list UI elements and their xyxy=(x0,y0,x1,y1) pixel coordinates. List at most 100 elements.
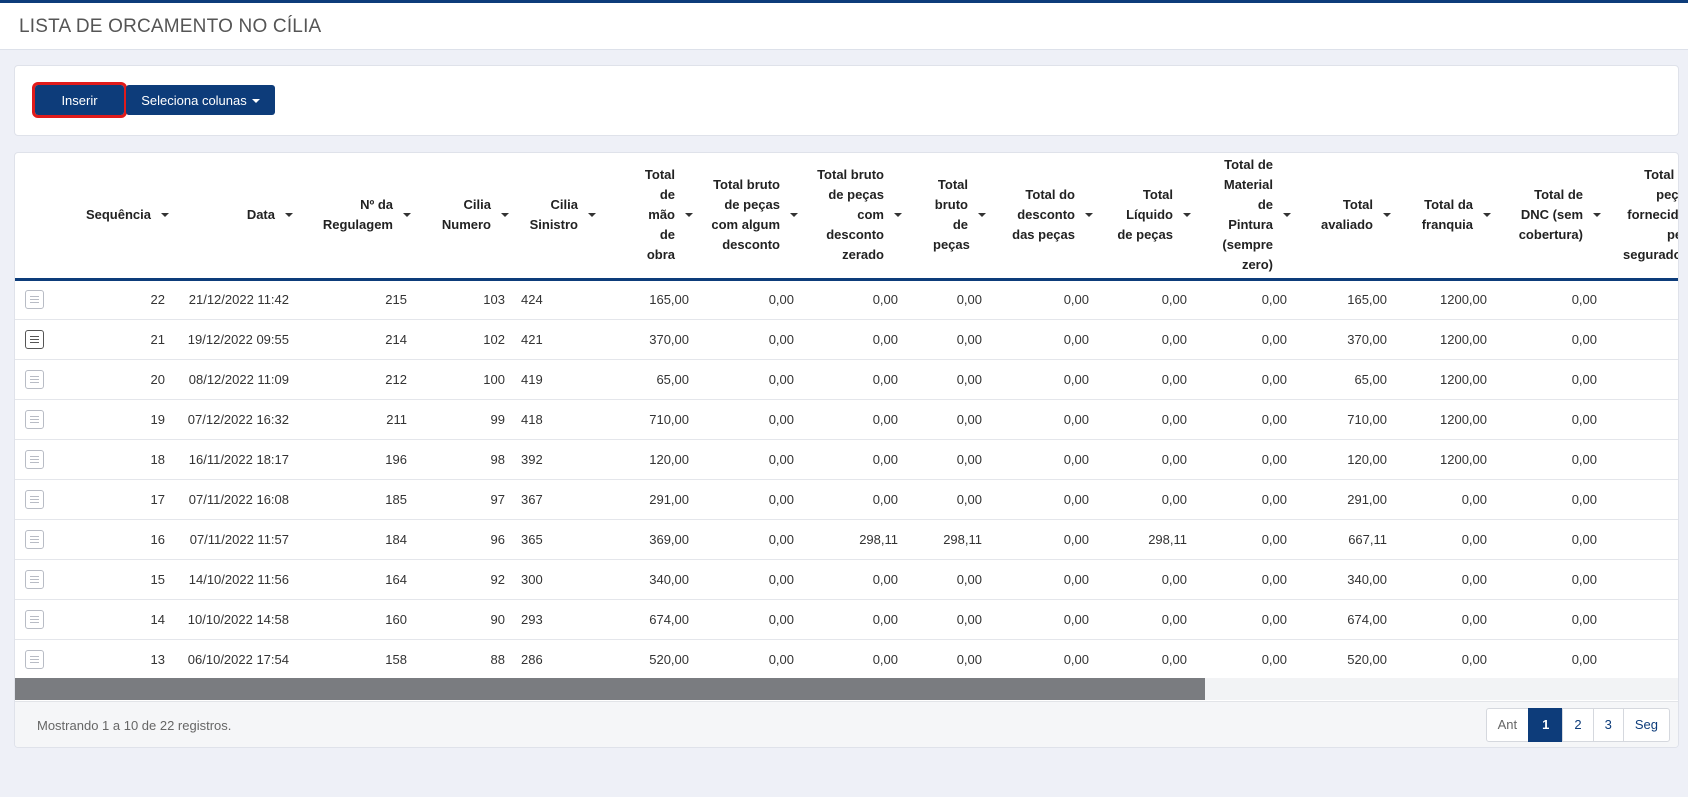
column-header-4[interactable]: Cilia Numero xyxy=(415,153,513,281)
menu-lines-icon[interactable] xyxy=(24,609,44,629)
table-cell: 17 xyxy=(53,479,173,520)
column-header-1[interactable]: Sequência xyxy=(53,153,173,281)
column-header-label: Total bruto de peças com algum desconto xyxy=(711,177,780,253)
table-cell: 185 xyxy=(297,479,415,520)
sort-caret-icon[interactable] xyxy=(685,213,693,218)
column-header-label: Nº da Regulagem xyxy=(322,197,393,233)
column-header-11[interactable]: Total Líquido de peças xyxy=(1097,153,1195,281)
table-cell: 0,00 xyxy=(1495,519,1605,560)
table-cell: 158 xyxy=(297,639,415,680)
table-cell: 1200,00 xyxy=(1395,439,1495,480)
column-header-6[interactable]: Total de mão de obra xyxy=(600,153,697,281)
table-cell: 214 xyxy=(297,319,415,360)
chevron-down-icon xyxy=(251,99,260,104)
column-header-label: Total Líquido de peças xyxy=(1117,187,1173,243)
table-cell: 340,00 xyxy=(1295,559,1395,600)
horizontal-scrollbar-thumb[interactable] xyxy=(15,678,1205,700)
table-row: 15 14/10/2022 11:56 164 92 300 340,00 0,00 0,00… xyxy=(15,559,1678,600)
table-cell: 0,00 xyxy=(802,279,906,320)
sort-caret-icon[interactable] xyxy=(894,213,902,218)
table-cell: 103 xyxy=(415,279,513,320)
table-cell: 0,0 xyxy=(1605,399,1678,440)
menu-lines-icon[interactable] xyxy=(24,329,44,349)
sort-caret-icon[interactable] xyxy=(1183,213,1191,218)
table-cell: 0,0 xyxy=(1605,479,1678,520)
select-columns-label: Seleciona colunas xyxy=(141,92,247,108)
table-cell: 367 xyxy=(513,479,600,520)
table-cell: 0,0 xyxy=(1605,519,1678,560)
sort-caret-icon[interactable] xyxy=(790,213,798,218)
column-header-13[interactable]: Total avaliado xyxy=(1295,153,1395,281)
menu-lines-icon[interactable] xyxy=(24,529,44,549)
table-cell: 0,00 xyxy=(1495,359,1605,400)
menu-lines-icon[interactable] xyxy=(24,569,44,589)
table-cell: 0,00 xyxy=(802,639,906,680)
table-cell: 286 xyxy=(513,639,600,680)
column-header-14[interactable]: Total da franquia xyxy=(1395,153,1495,281)
table-cell: 0,00 xyxy=(697,359,802,400)
table-cell: 291,00 xyxy=(600,479,697,520)
table-cell: 0,00 xyxy=(1097,599,1195,640)
table-cell: 0,00 xyxy=(1395,519,1495,560)
sort-caret-icon[interactable] xyxy=(1085,213,1093,218)
pagination-prev[interactable]: Ant xyxy=(1485,708,1530,742)
sort-caret-icon[interactable] xyxy=(1383,213,1391,218)
table-panel: Sequência Data Nº da Regulagem Cilia Numero… xyxy=(14,152,1679,748)
column-header-15[interactable]: Total de DNC (sem cobertura) xyxy=(1495,153,1605,281)
column-header-8[interactable]: Total bruto de peças com desconto zerado xyxy=(802,153,906,281)
table-cell: 0,00 xyxy=(906,559,990,600)
table-cell: 419 xyxy=(513,359,600,400)
menu-lines-icon[interactable] xyxy=(24,290,44,309)
table-cell: 13 xyxy=(53,639,173,680)
sort-caret-icon[interactable] xyxy=(403,213,411,218)
sort-caret-icon[interactable] xyxy=(978,213,986,218)
column-header-5[interactable]: Cilia Sinistro xyxy=(513,153,600,281)
page-title: LISTA DE ORCAMENTO NO CÍLIA xyxy=(19,16,322,37)
menu-lines-icon[interactable] xyxy=(24,449,44,469)
table-cell: 165,00 xyxy=(600,279,697,320)
menu-lines-icon[interactable] xyxy=(24,409,44,429)
table-cell: 1200,00 xyxy=(1395,399,1495,440)
table-cell: 22 xyxy=(53,279,173,320)
table-cell: 19/12/2022 09:55 xyxy=(173,319,297,360)
table-cell: 19 xyxy=(53,399,173,440)
sort-caret-icon[interactable] xyxy=(501,213,509,218)
table-cell: 215 xyxy=(297,279,415,320)
pagination-page-3[interactable]: 3 xyxy=(1592,708,1624,742)
sort-caret-icon[interactable] xyxy=(1593,213,1601,218)
table-cell: 0,00 xyxy=(990,479,1097,520)
column-header-3[interactable]: Nº da Regulagem xyxy=(297,153,415,281)
pagination-page-2[interactable]: 2 xyxy=(1562,708,1594,742)
sort-caret-icon[interactable] xyxy=(161,213,169,218)
sort-caret-icon[interactable] xyxy=(285,213,293,218)
menu-lines-icon[interactable] xyxy=(24,369,44,389)
column-header-12[interactable]: Total de Material de Pintura (sempre zer… xyxy=(1195,153,1295,281)
column-header-2[interactable]: Data xyxy=(173,153,297,281)
column-header-7[interactable]: Total bruto de peças com algum desconto xyxy=(697,153,802,281)
column-header-label: Cilia Numero xyxy=(441,197,491,233)
select-columns-button[interactable]: Seleciona colunas xyxy=(126,85,275,115)
table-cell: 96 xyxy=(415,519,513,560)
column-header-9[interactable]: Total bruto de peças xyxy=(906,153,990,281)
column-header-label: Total da franquia xyxy=(1421,197,1473,233)
column-header-10[interactable]: Total do desconto das peças xyxy=(990,153,1097,281)
sort-caret-icon[interactable] xyxy=(588,213,596,218)
table-cell: 16/11/2022 18:17 xyxy=(173,439,297,480)
table-cell: 0,0 xyxy=(1605,559,1678,600)
column-header-label: Total avaliado xyxy=(1320,197,1373,233)
menu-lines-icon[interactable] xyxy=(24,649,44,669)
insert-button[interactable]: Inserir xyxy=(32,82,127,118)
row-action-cell xyxy=(15,439,53,480)
menu-lines-icon[interactable] xyxy=(24,489,44,509)
pagination: Ant 1 2 3 Seg xyxy=(1485,708,1670,742)
column-header-label: Total bruto de peças xyxy=(933,177,970,253)
pagination-next[interactable]: Seg xyxy=(1622,708,1670,742)
column-header-label: Sequência xyxy=(85,207,151,223)
pagination-page-1[interactable]: 1 xyxy=(1528,708,1564,742)
sort-caret-icon[interactable] xyxy=(1483,213,1491,218)
records-info: Mostrando 1 a 10 de 22 registros. xyxy=(37,718,232,733)
sort-caret-icon[interactable] xyxy=(1283,213,1291,218)
table-cell: 298,11 xyxy=(802,519,906,560)
action-column-header xyxy=(15,153,53,281)
column-header-16[interactable]: Total de peças fornecidas pela segurador… xyxy=(1605,153,1678,281)
